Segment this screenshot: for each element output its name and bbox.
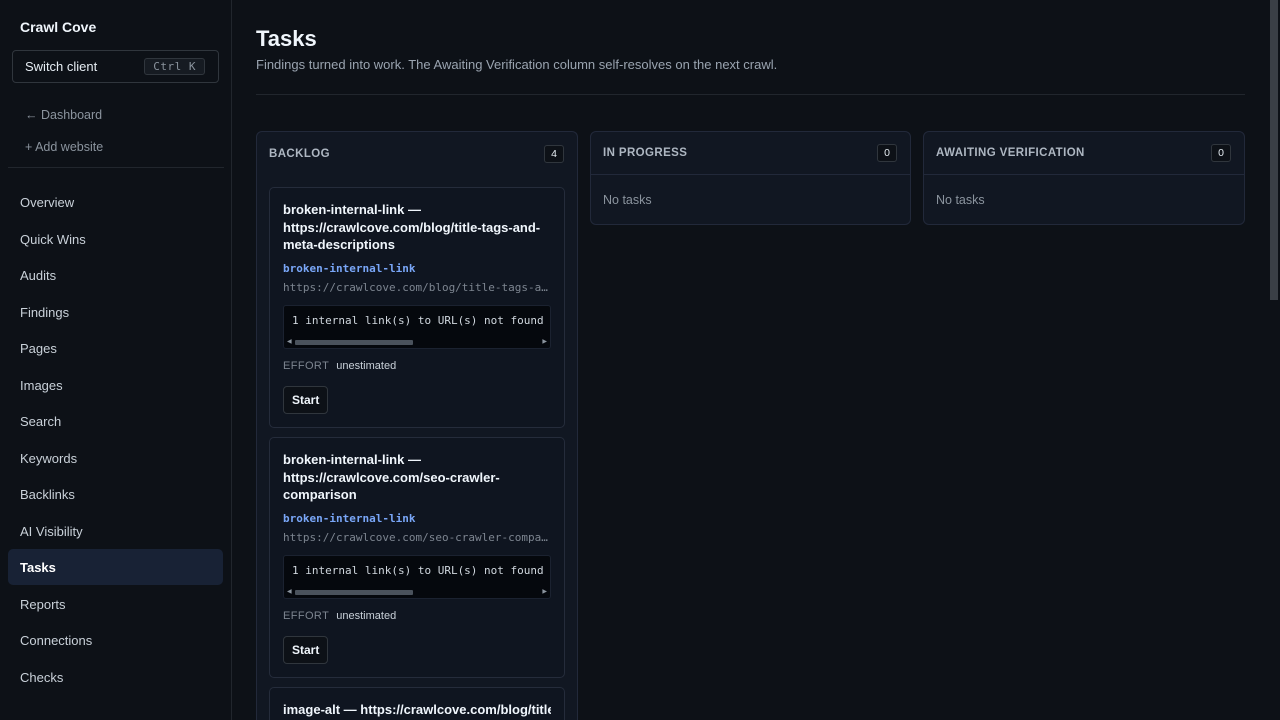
task-rule-id: broken-internal-link [283, 512, 416, 525]
horizontal-scrollbar[interactable]: ◀ ▶ [286, 338, 548, 346]
empty-state-text: No tasks [603, 193, 652, 207]
main-content: Tasks Findings turned into work. The Awa… [232, 0, 1268, 720]
column-count-badge: 4 [544, 144, 564, 163]
effort-row: EFFORT unestimated [283, 610, 551, 622]
task-title: broken-internal-link — https://crawlcove… [283, 202, 541, 252]
page-scrollbar-thumb[interactable] [1270, 0, 1278, 300]
backlog-column: BACKLOG 4 broken-internal-link — https:/… [256, 131, 578, 720]
task-url[interactable]: https://crawlcove.com/seo-crawler-compar… [283, 531, 551, 544]
sidebar-item-ai-visibility[interactable]: AI Visibility [8, 513, 223, 549]
header-divider [256, 94, 1245, 95]
sidebar-item-tasks[interactable]: Tasks [8, 549, 223, 585]
task-detail-text: 1 internal link(s) to URL(s) not found i… [292, 314, 550, 327]
sidebar-item-reports[interactable]: Reports [8, 586, 223, 622]
column-count-badge: 0 [1211, 144, 1231, 162]
effort-value: unestimated [336, 360, 397, 372]
sidebar-item-quick-wins[interactable]: Quick Wins [8, 221, 223, 257]
column-title: IN PROGRESS [603, 147, 688, 159]
start-task-button[interactable]: Start [283, 636, 329, 664]
task-card[interactable]: broken-internal-link — https://crawlcove… [269, 187, 565, 428]
sidebar-item-images[interactable]: Images [8, 367, 223, 403]
task-rule-id: broken-internal-link [283, 262, 416, 275]
awaiting-verification-column: AWAITING VERIFICATION 0 No tasks [923, 131, 1245, 225]
sidebar-item-pages[interactable]: Pages [8, 330, 223, 366]
in-progress-column-header: IN PROGRESS 0 [591, 132, 910, 175]
page-scrollbar[interactable] [1268, 0, 1280, 720]
scrollbar-thumb[interactable] [295, 340, 413, 345]
keyboard-shortcut-badge: Ctrl K [144, 58, 205, 75]
dashboard-link[interactable]: ← Dashboard [25, 108, 102, 122]
scroll-left-icon[interactable]: ◀ [287, 588, 292, 595]
scroll-right-icon[interactable]: ▶ [542, 338, 547, 345]
in-progress-column: IN PROGRESS 0 No tasks [590, 131, 911, 225]
sidebar-item-connections[interactable]: Connections [8, 622, 223, 658]
sidebar-item-overview[interactable]: Overview [8, 184, 223, 220]
page-subtitle: Findings turned into work. The Awaiting … [256, 57, 778, 72]
task-title: broken-internal-link — https://crawlcove… [283, 452, 500, 502]
scroll-left-icon[interactable]: ◀ [287, 338, 292, 345]
sidebar-item-keywords[interactable]: Keywords [8, 440, 223, 476]
sidebar-item-audits[interactable]: Audits [8, 257, 223, 293]
backlog-column-header: BACKLOG 4 [257, 132, 577, 175]
horizontal-scrollbar[interactable]: ◀ ▶ [286, 588, 548, 596]
task-detail-code[interactable]: 1 internal link(s) to URL(s) not found i… [283, 555, 551, 599]
sidebar-item-findings[interactable]: Findings [8, 294, 223, 330]
switch-client-label: Switch client [25, 59, 98, 74]
sidebar-item-checks[interactable]: Checks [8, 659, 223, 695]
column-title: AWAITING VERIFICATION [936, 147, 1085, 159]
column-title: BACKLOG [269, 147, 330, 160]
task-title: image-alt — https://crawlcove.com/blog/t… [283, 702, 551, 717]
task-detail-code[interactable]: 1 internal link(s) to URL(s) not found i… [283, 305, 551, 349]
effort-row: EFFORT unestimated [283, 360, 551, 372]
task-card[interactable]: image-alt — https://crawlcove.com/blog/t… [269, 687, 565, 720]
add-website-link[interactable]: + Add website [25, 140, 103, 154]
page-title: Tasks [256, 26, 317, 51]
effort-label: EFFORT [283, 610, 330, 622]
scroll-right-icon[interactable]: ▶ [542, 588, 547, 595]
task-card[interactable]: broken-internal-link — https://crawlcove… [269, 437, 565, 678]
sidebar-item-search[interactable]: Search [8, 403, 223, 439]
brand-name: Crawl Cove [20, 19, 97, 35]
backlog-column-body: broken-internal-link — https://crawlcove… [257, 175, 577, 720]
effort-label: EFFORT [283, 360, 330, 372]
effort-value: unestimated [336, 610, 397, 622]
sidebar-item-backlinks[interactable]: Backlinks [8, 476, 223, 512]
awaiting-verification-column-header: AWAITING VERIFICATION 0 [924, 132, 1244, 175]
task-url[interactable]: https://crawlcove.com/blog/title-tags-an… [283, 281, 551, 294]
start-task-button[interactable]: Start [283, 386, 329, 414]
empty-state-text: No tasks [936, 193, 985, 207]
column-count-badge: 0 [877, 144, 897, 162]
sidebar: Crawl Cove Switch client Ctrl K ← Dashbo… [0, 0, 232, 720]
scrollbar-thumb[interactable] [295, 590, 413, 595]
task-detail-text: 1 internal link(s) to URL(s) not found i… [292, 564, 550, 577]
sidebar-divider [8, 167, 224, 168]
switch-client-button[interactable]: Switch client Ctrl K [12, 50, 219, 83]
